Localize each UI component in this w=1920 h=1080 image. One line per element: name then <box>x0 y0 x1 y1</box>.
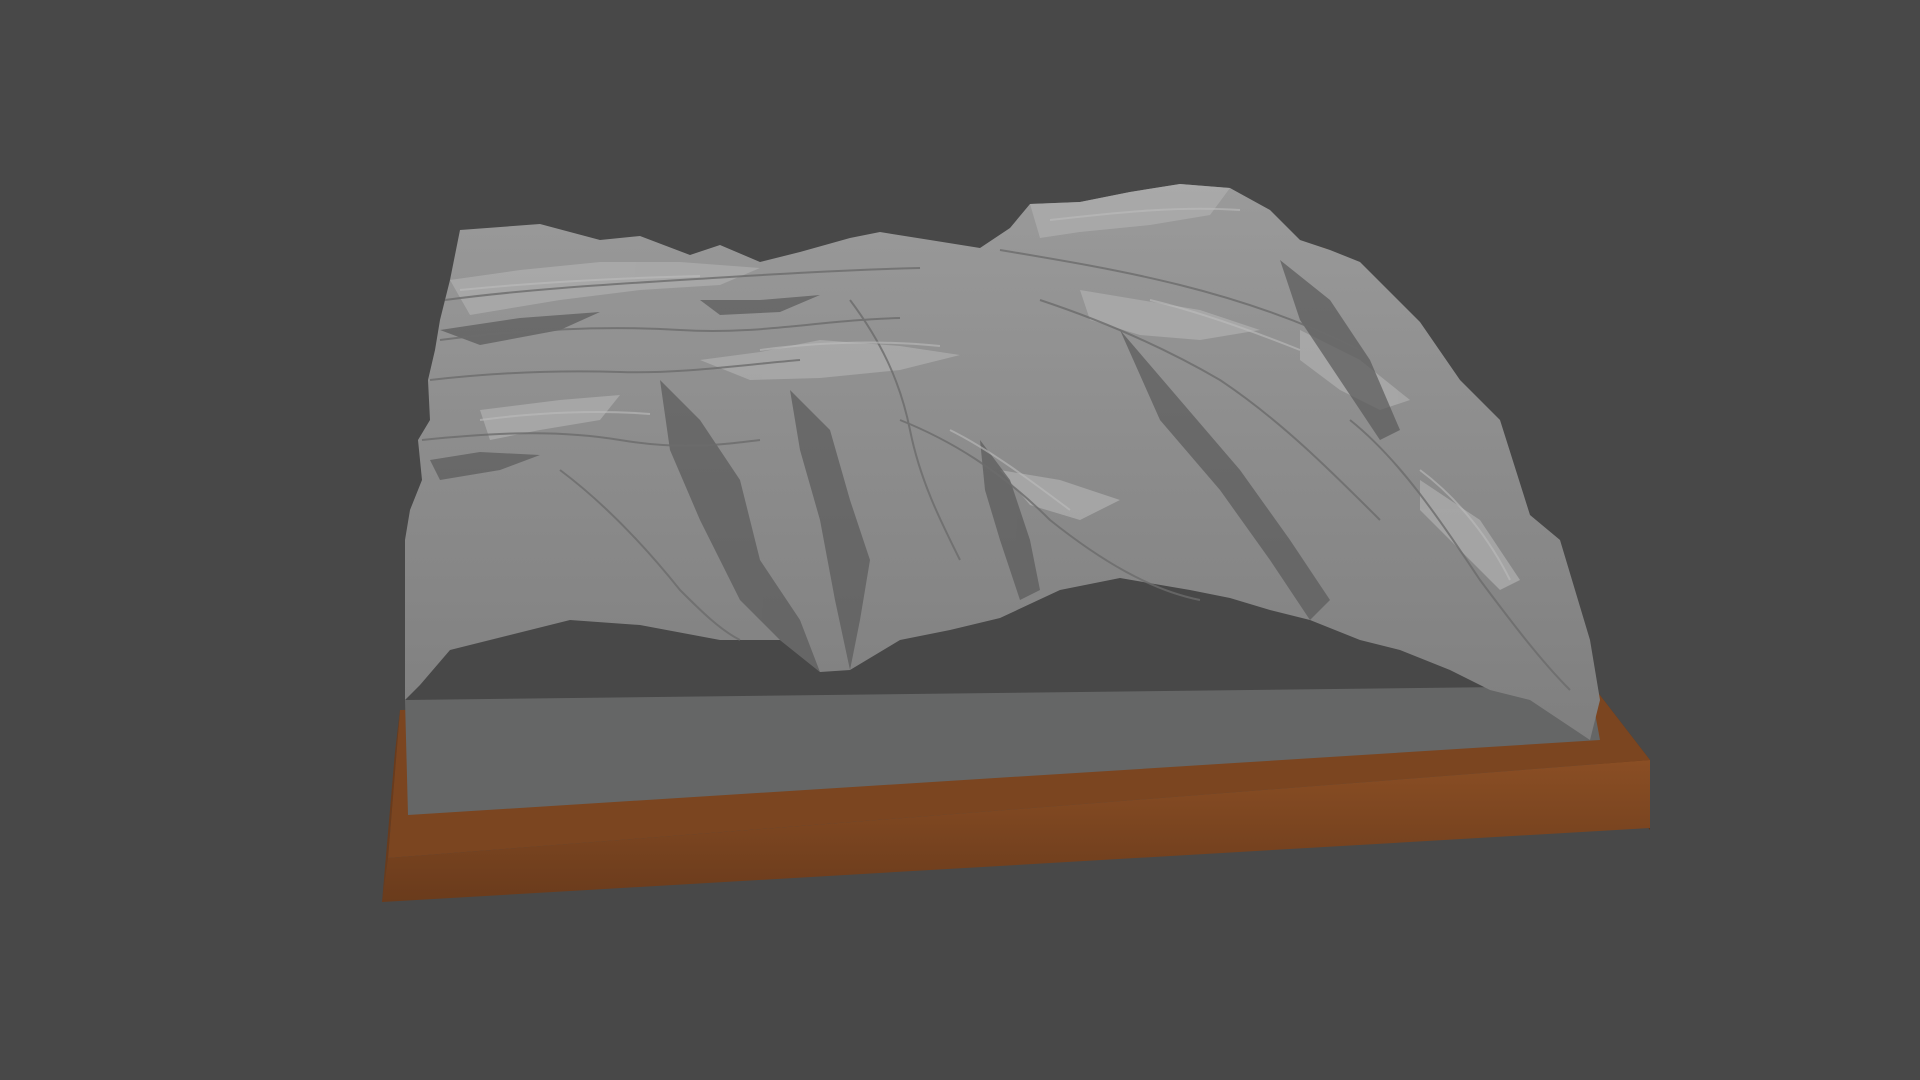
3d-viewport[interactable] <box>0 0 1920 1080</box>
terrain-relief <box>405 184 1600 740</box>
scene-canvas <box>382 184 1650 902</box>
